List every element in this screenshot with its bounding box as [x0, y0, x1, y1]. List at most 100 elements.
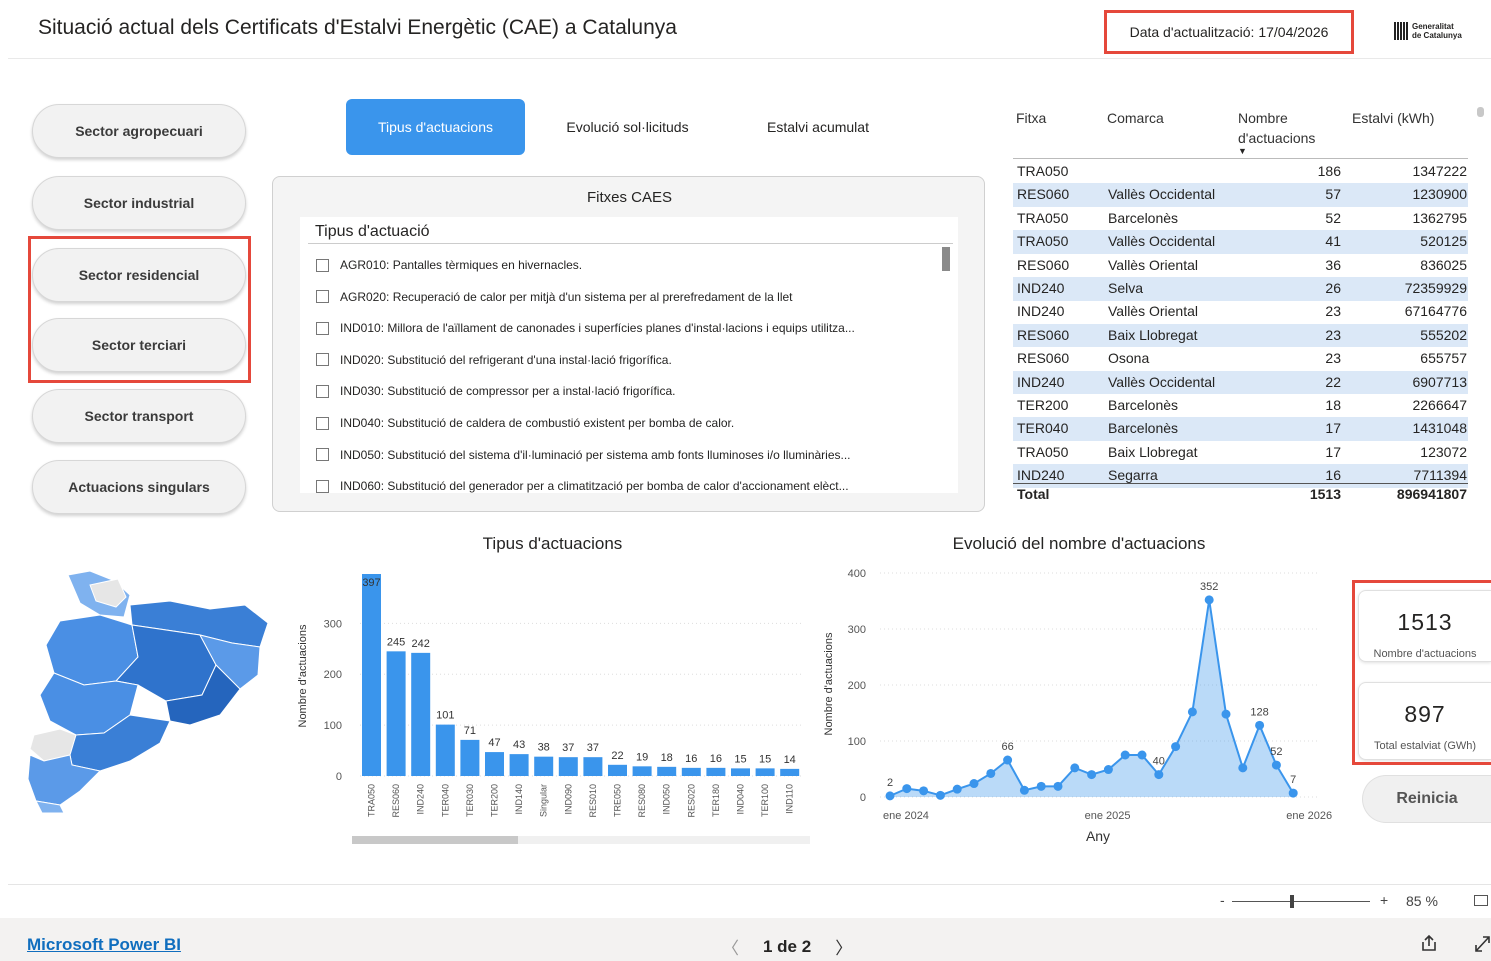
table-row[interactable]: TER040 Barcelonès 17 1431048: [1013, 417, 1468, 441]
bar-value-label: 16: [710, 753, 722, 765]
line-point: [1171, 742, 1181, 752]
tipus-actuacio-slicer: Tipus d'actuació AGR010: Pantalles tèrmi…: [300, 217, 958, 493]
bar-category-label: IND240: [416, 784, 426, 815]
zoom-slider-thumb[interactable]: [1290, 895, 1294, 908]
bar-category-label: TRE050: [613, 784, 623, 817]
table-row[interactable]: TRA050 186 1347222: [1013, 160, 1468, 184]
cell-fitxa: TER200: [1017, 397, 1069, 413]
tab-estalvi-acumulat[interactable]: Estalvi acumulat: [730, 99, 906, 155]
slicer-item-label: IND060: Substitució del generador per a …: [340, 479, 849, 493]
line-ytick-label: 200: [848, 680, 866, 692]
fitxes-caes-title: Fitxes CAES: [586, 189, 673, 206]
cell-fitxa: TRA050: [1017, 443, 1069, 460]
cell-fitxa: RES060: [1017, 186, 1070, 203]
bar-value-label: 397: [362, 577, 380, 589]
slicer-item[interactable]: IND030: Substitució de compressor per a …: [316, 381, 675, 401]
checkbox[interactable]: [316, 258, 329, 272]
col-header-estalvi[interactable]: Estalvi (kWh): [1352, 108, 1434, 128]
line-xtick-label: ene 2025: [1085, 810, 1131, 822]
table-row[interactable]: IND240 Selva 26 72359929: [1013, 277, 1468, 301]
cell-comarca: Vallès Occidental: [1108, 373, 1216, 390]
line-point: [1103, 765, 1113, 775]
sector-agropecuari-button[interactable]: Sector agropecuari: [32, 104, 246, 158]
slicer-item[interactable]: AGR020: Recuperació de calor per mitjà d…: [316, 287, 793, 307]
bar-RES010: [583, 757, 603, 776]
slicer-item[interactable]: IND060: Substitució del generador per a …: [316, 476, 849, 493]
cell-fitxa: TER040: [1017, 420, 1069, 437]
table-row[interactable]: TRA050 Vallès Occidental 41 520125: [1013, 230, 1468, 254]
table-row[interactable]: TRA050 Baix Llobregat 17 123072: [1013, 441, 1468, 465]
table-row[interactable]: RES060 Baix Llobregat 23 555202: [1013, 323, 1468, 348]
share-icon[interactable]: [1419, 933, 1439, 953]
table-row[interactable]: RES060 Vallès Oriental 36 836025: [1013, 254, 1468, 278]
prev-page-icon[interactable]: 〈: [722, 934, 739, 959]
col-header-comarca[interactable]: Comarca: [1107, 108, 1164, 128]
cell-n: 16: [1325, 467, 1341, 484]
bar-value-label: 242: [412, 638, 430, 650]
slicer-item[interactable]: IND010: Millora de l'aïllament de canona…: [316, 318, 855, 338]
table-row[interactable]: TER200 Barcelonès 18 2266647: [1013, 394, 1468, 418]
table-row[interactable]: IND240 Vallès Oriental 23 67164776: [1013, 300, 1468, 324]
reset-button[interactable]: Reinicia: [1362, 775, 1491, 823]
zoom-out-button[interactable]: -: [1220, 892, 1225, 908]
line-point: [1204, 595, 1214, 605]
cell-estalvi: 6907713: [1412, 373, 1467, 390]
next-page-icon[interactable]: 〉: [835, 934, 852, 959]
table-row[interactable]: RES060 Osona 23 655757: [1013, 347, 1468, 371]
bar-IND240: [411, 652, 431, 776]
bar-ytick-label: 100: [324, 720, 342, 732]
slicer-item[interactable]: IND020: Substitució del refrigerant d'un…: [316, 350, 672, 370]
cell-estalvi: 836025: [1420, 256, 1467, 273]
line-point: [1003, 755, 1013, 765]
line-xlabel: Any: [1086, 828, 1110, 844]
bar-RES020: [681, 767, 701, 776]
checkbox[interactable]: [316, 448, 329, 462]
line-point: [902, 784, 912, 794]
checkbox[interactable]: [316, 479, 329, 493]
zoom-control: - + 85 %: [1220, 890, 1491, 912]
sector-industrial-button[interactable]: Sector industrial: [32, 176, 246, 230]
actuacions-singulars-button[interactable]: Actuacions singulars: [32, 460, 246, 514]
catalunya-map[interactable]: [20, 565, 275, 815]
line-point: [1070, 763, 1080, 773]
sector-button-label: Sector agropecuari: [75, 123, 203, 139]
table-scrollbar[interactable]: [1477, 107, 1484, 117]
total-saving: 896941807: [1396, 486, 1467, 502]
tab-evolucio-sollicituds[interactable]: Evolució sol·licituds: [535, 99, 720, 155]
line-xtick-label: ene 2026: [1286, 810, 1332, 822]
checkbox[interactable]: [316, 290, 329, 304]
zoom-slider-track[interactable]: [1232, 901, 1370, 902]
fullscreen-icon[interactable]: [1474, 933, 1491, 953]
line-point: [969, 779, 979, 789]
slicer-item[interactable]: AGR010: Pantalles tèrmiques en hivernacl…: [316, 255, 582, 275]
powerbi-link[interactable]: Microsoft Power BI: [27, 935, 181, 955]
table-row[interactable]: RES060 Vallès Occidental 57 1230900: [1013, 183, 1468, 207]
slicer-item[interactable]: IND040: Substitució de caldera de combus…: [316, 413, 734, 433]
table-total-row: Total 1513 896941807: [1013, 483, 1468, 504]
line-ytick-label: 100: [848, 736, 866, 748]
cell-estalvi: 123072: [1420, 443, 1467, 460]
checkbox[interactable]: [316, 353, 329, 367]
col-header-nombre[interactable]: Nombre d'actuacions: [1238, 108, 1338, 148]
cell-fitxa: TRA050: [1017, 209, 1069, 226]
slicer-scrollbar[interactable]: [942, 247, 950, 271]
fit-page-icon[interactable]: [1474, 895, 1488, 906]
table-row[interactable]: TRA050 Barcelonès 52 1362795: [1013, 207, 1468, 231]
cell-comarca: Barcelonès: [1108, 209, 1179, 226]
table-row[interactable]: IND240 Vallès Occidental 22 6907713: [1013, 370, 1468, 395]
zoom-in-button[interactable]: +: [1380, 892, 1388, 908]
sector-transport-button[interactable]: Sector transport: [32, 389, 246, 443]
cell-comarca: Vallès Oriental: [1108, 303, 1199, 320]
checkbox[interactable]: [316, 384, 329, 398]
bar-value-label: 245: [387, 636, 405, 648]
checkbox[interactable]: [316, 416, 329, 430]
tab-tipus-actuacions[interactable]: Tipus d'actuacions: [346, 99, 525, 155]
slicer-item[interactable]: IND050: Substitució del sistema d'il·lum…: [316, 445, 851, 465]
generalitat-logo: Generalitat de Catalunya: [1394, 22, 1462, 40]
bar-IND110: [780, 768, 800, 776]
col-header-fitxa[interactable]: Fitxa: [1016, 108, 1046, 128]
page-title: Situació actual dels Certificats d'Estal…: [38, 16, 677, 39]
cell-estalvi: 2266647: [1412, 397, 1467, 413]
bar-TER040: [435, 724, 455, 776]
checkbox[interactable]: [316, 321, 329, 335]
